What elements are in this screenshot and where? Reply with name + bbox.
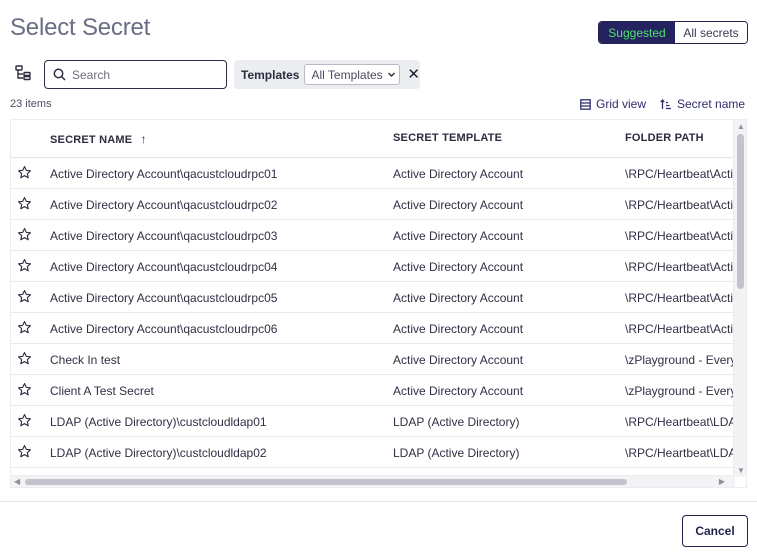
secret-name-cell: Active Directory Account\qacustcloudrpc0…	[50, 291, 278, 305]
scroll-up-icon[interactable]: ▲	[737, 122, 745, 131]
sort-ascending-icon: ↑	[140, 132, 147, 146]
column-header-folder-path[interactable]: FOLDER PATH	[625, 132, 704, 144]
secret-template-cell: Active Directory Account	[393, 322, 524, 336]
folder-path-cell: \zPlayground - Everyone	[625, 353, 735, 367]
sort-icon	[660, 98, 671, 109]
templates-filter-label: Templates	[241, 67, 300, 82]
table-row[interactable]: Active Directory Account\qacustcloudrpc0…	[11, 313, 735, 344]
star-icon[interactable]	[17, 227, 32, 242]
secret-template-cell: Active Directory Account	[393, 291, 524, 305]
star-icon[interactable]	[17, 413, 32, 428]
folder-path-cell: \RPC/Heartbeat\Active	[625, 167, 735, 181]
secret-name-cell: Active Directory Account\qacustcloudrpc0…	[50, 229, 278, 243]
secret-scope-toggle: Suggested All secrets	[598, 21, 748, 44]
folder-tree-icon[interactable]	[14, 64, 32, 82]
search-input[interactable]	[72, 67, 212, 82]
vertical-scrollbar[interactable]: ▲ ▼	[733, 120, 746, 477]
secret-template-cell: Active Directory Account	[393, 353, 524, 367]
secret-name-cell: Active Directory Account\qacustcloudrpc0…	[50, 167, 278, 181]
chevron-down-icon	[387, 72, 395, 77]
secret-template-cell: LDAP (Active Directory)	[393, 415, 520, 429]
table-row[interactable]: LDAP (Active Directory)\custcloudldap01 …	[11, 406, 735, 437]
templates-filter: Templates All Templates ✕	[234, 60, 420, 89]
star-icon[interactable]	[17, 351, 32, 366]
sort-label: Secret name	[677, 97, 746, 111]
secret-template-cell: Active Directory Account	[393, 384, 524, 398]
folder-path-cell: \RPC/Heartbeat\LDAP	[625, 415, 735, 429]
dialog-title: Select Secret	[10, 14, 151, 41]
horizontal-scrollbar[interactable]: ◀ ▶	[11, 475, 735, 487]
secret-template-cell: Active Directory Account	[393, 198, 524, 212]
table-row[interactable]: Active Directory Account\qacustcloudrpc0…	[11, 282, 735, 313]
star-icon[interactable]	[17, 444, 32, 459]
horizontal-scroll-thumb[interactable]	[25, 479, 627, 485]
grid-view-icon	[580, 98, 591, 110]
folder-path-cell: \RPC/Heartbeat\Active	[625, 260, 735, 274]
suggested-toggle-button[interactable]: Suggested	[599, 22, 675, 43]
column-header-secret-name[interactable]: SECRET NAME ↑	[50, 132, 147, 146]
folder-path-cell: \RPC/Heartbeat\Active	[625, 322, 735, 336]
sort-button[interactable]: Secret name	[660, 97, 745, 111]
table-row[interactable]: Active Directory Account\qacustcloudrpc0…	[11, 220, 735, 251]
table-header: SECRET NAME ↑ SECRET TEMPLATE FOLDER PAT…	[11, 120, 735, 158]
secret-template-cell: LDAP (Active Directory)	[393, 446, 520, 460]
secret-name-cell: LDAP (Active Directory)\custcloudldap02	[50, 446, 267, 460]
folder-path-cell: \RPC/Heartbeat\Active	[625, 291, 735, 305]
table-row[interactable]: Active Directory Account\qacustcloudrpc0…	[11, 251, 735, 282]
folder-path-cell: \RPC/Heartbeat\Active	[625, 198, 735, 212]
table-row[interactable]: Client A Test Secret Active Directory Ac…	[11, 375, 735, 406]
vertical-scroll-thumb[interactable]	[737, 134, 744, 289]
grid-view-button[interactable]: Grid view	[580, 97, 646, 111]
secret-name-cell: Active Directory Account\qacustcloudrpc0…	[50, 260, 278, 274]
table-row[interactable]: Check In test Active Directory Account \…	[11, 344, 735, 375]
search-icon	[53, 68, 66, 81]
star-icon[interactable]	[17, 196, 32, 211]
grid-view-label: Grid view	[596, 97, 647, 111]
star-icon[interactable]	[17, 320, 32, 335]
folder-path-cell: \zPlayground - Everyone	[625, 384, 735, 398]
table-row[interactable]: Active Directory Account\qacustcloudrpc0…	[11, 158, 735, 189]
secret-template-cell: Active Directory Account	[393, 229, 524, 243]
folder-path-cell: \RPC/Heartbeat\LDAP	[625, 446, 735, 460]
secret-name-cell: Active Directory Account\qacustcloudrpc0…	[50, 322, 278, 336]
secrets-table: SECRET NAME ↑ SECRET TEMPLATE FOLDER PAT…	[10, 119, 747, 488]
footer-divider	[0, 501, 757, 502]
scroll-left-icon[interactable]: ◀	[14, 477, 20, 486]
folder-path-cell: \RPC/Heartbeat\Active	[625, 229, 735, 243]
search-box[interactable]	[44, 60, 227, 89]
close-icon[interactable]: ✕	[407, 67, 420, 82]
column-header-secret-template[interactable]: SECRET TEMPLATE	[393, 132, 502, 144]
cancel-button[interactable]: Cancel	[682, 515, 748, 547]
templates-select[interactable]: All Templates	[304, 64, 401, 85]
secret-name-cell: LDAP (Active Directory)\custcloudldap01	[50, 415, 267, 429]
table-row[interactable]: LDAP (Active Directory)\custcloudldap02 …	[11, 437, 735, 468]
secret-name-cell: Active Directory Account\qacustcloudrpc0…	[50, 198, 278, 212]
results-count: 23 items	[10, 98, 52, 110]
scroll-right-icon[interactable]: ▶	[719, 477, 725, 486]
star-icon[interactable]	[17, 258, 32, 273]
scroll-down-icon[interactable]: ▼	[737, 466, 745, 475]
secret-name-cell: Check In test	[50, 353, 121, 367]
star-icon[interactable]	[17, 382, 32, 397]
all-secrets-toggle-button[interactable]: All secrets	[675, 22, 747, 43]
secret-template-cell: Active Directory Account	[393, 260, 524, 274]
table-body: Active Directory Account\qacustcloudrpc0…	[11, 158, 735, 468]
star-icon[interactable]	[17, 165, 32, 180]
table-row[interactable]: Active Directory Account\qacustcloudrpc0…	[11, 189, 735, 220]
secret-template-cell: Active Directory Account	[393, 167, 524, 181]
templates-select-value: All Templates	[311, 67, 383, 82]
secret-name-cell: Client A Test Secret	[50, 384, 154, 398]
star-icon[interactable]	[17, 289, 32, 304]
